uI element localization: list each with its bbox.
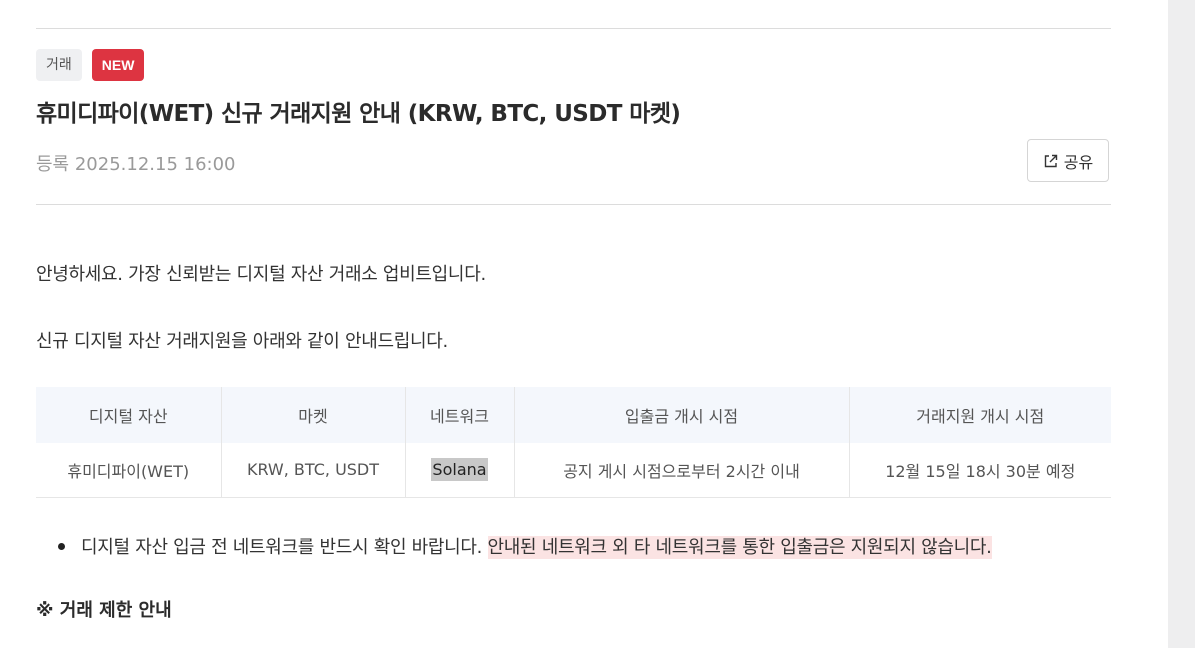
warning-plain: 디지털 자산 입금 전 네트워크를 반드시 확인 바랍니다. (81, 537, 488, 558)
cell-asset: 휴미디파이(WET) (36, 443, 222, 497)
registered-date: 등록 2025.12.15 16:00 (36, 154, 236, 175)
header-deposit-start: 입출금 개시 시점 (514, 387, 850, 443)
header-trading-start: 거래지원 개시 시점 (916, 407, 1045, 426)
cell-network: Solana (405, 443, 515, 497)
notice-title: 휴미디파이(WET) 신규 거래지원 안내 (KRW, BTC, USDT 마켓… (36, 101, 681, 127)
warning-text: 디지털 자산 입금 전 네트워크를 반드시 확인 바랍니다. 안내된 네트워크 … (81, 533, 992, 559)
intro-text: 신규 디지털 자산 거래지원을 아래와 같이 안내드립니다. (36, 331, 448, 352)
share-label: 공유 (1063, 154, 1094, 172)
new-badge: NEW (91, 49, 145, 81)
warning-highlight: 안내된 네트워크 외 타 네트워크를 통한 입출금은 지원되지 않습니다. (487, 536, 992, 559)
share-button[interactable]: 공유 (1027, 139, 1109, 182)
network-highlight: Solana (431, 458, 488, 482)
bullet-dot (58, 542, 65, 550)
header-market: 마켓 (221, 387, 406, 443)
cell-deposit-start: 공지 게시 시점으로부터 2시간 이내 (514, 443, 850, 497)
table-header-row: 디지털 자산 마켓 네트워크 입출금 개시 시점 거래지원 개시 시점 (36, 387, 1111, 443)
header-network: 네트워크 (405, 387, 515, 443)
divider-top (36, 28, 1111, 29)
greeting-text: 안녕하세요. 가장 신뢰받는 디지털 자산 거래소 업비트입니다. (36, 264, 486, 285)
header-asset: 디지털 자산 (36, 387, 222, 443)
notice-tags: 거래 NEW (36, 49, 145, 81)
category-tag: 거래 (36, 49, 82, 81)
table-row: 휴미디파이(WET) KRW, BTC, USDT Solana 공지 게시 시… (36, 443, 1111, 497)
scrollbar-track[interactable] (1168, 0, 1195, 648)
trading-restriction-heading: ※ 거래 제한 안내 (36, 600, 172, 621)
network-warning-item: 디지털 자산 입금 전 네트워크를 반드시 확인 바랍니다. 안내된 네트워크 … (58, 533, 992, 559)
divider-header (36, 204, 1111, 205)
listing-table: 디지털 자산 마켓 네트워크 입출금 개시 시점 거래지원 개시 시점 휴미디파… (36, 387, 1111, 498)
share-icon (1044, 154, 1057, 167)
cell-market: KRW, BTC, USDT (221, 443, 406, 497)
cell-trading-start: 12월 15일 18시 30분 예정 (885, 461, 1076, 481)
